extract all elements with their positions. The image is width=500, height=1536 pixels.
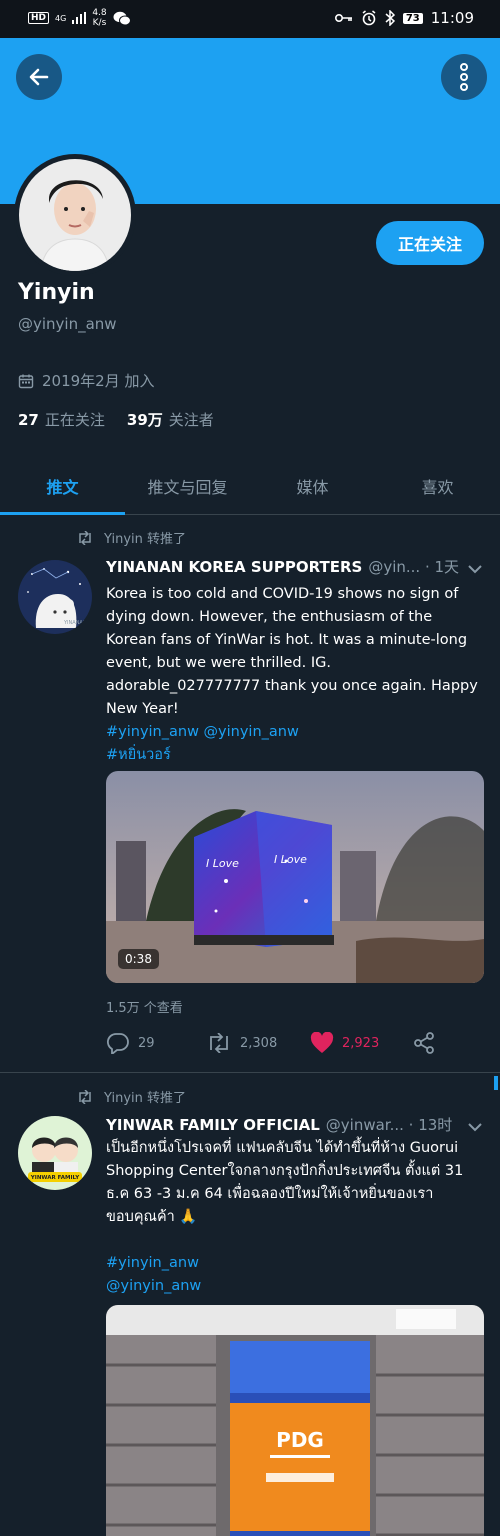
share-button[interactable] xyxy=(412,1030,436,1056)
follow-stats: 27 正在关注 39万 关注者 xyxy=(18,409,214,430)
tab-tweets-replies[interactable]: 推文与回复 xyxy=(125,457,250,514)
avatar-image xyxy=(19,159,131,271)
tab-likes[interactable]: 喜欢 xyxy=(375,457,500,514)
tweet-image[interactable]: PDG xyxy=(106,1305,484,1536)
more-options-button[interactable] xyxy=(441,54,487,100)
following-button[interactable]: 正在关注 xyxy=(376,221,484,265)
joined-date: 2019年2月 加入 xyxy=(18,370,155,391)
status-bar: HD 4G 4.8 K/s 73 11:09 xyxy=(0,0,500,38)
chevron-down-icon[interactable] xyxy=(467,564,483,574)
following-label: 正在关注 xyxy=(44,411,105,429)
signal-label: 4G xyxy=(55,13,67,23)
retweet-small-icon xyxy=(79,530,91,545)
like-button[interactable]: 2,923 xyxy=(310,1030,379,1056)
tweet-header: YINANAN KOREA SUPPORTERS @yin... · 1天 xyxy=(106,556,459,577)
tweet-avatar[interactable]: YINANAN xyxy=(18,560,92,634)
tweet-text: เป็นอีกหนึ่งโปรเจคที่ แฟนคลับจีน ได้ทำขึ… xyxy=(106,1137,486,1229)
tweet-time: · 13时 xyxy=(408,1116,453,1134)
arrow-left-icon xyxy=(29,68,49,86)
reply-button[interactable]: 29 xyxy=(106,1030,155,1056)
tweet-text: Korea is too cold and COVID-19 shows no … xyxy=(106,583,486,767)
clock: 11:09 xyxy=(430,9,474,27)
tweet-avatar[interactable]: YINWAR FAMILY xyxy=(18,1116,92,1190)
hd-badge: HD xyxy=(28,12,50,24)
tweet-hashtag[interactable]: #yinyin_anw xyxy=(106,1252,486,1275)
chevron-down-icon[interactable] xyxy=(467,1122,483,1132)
tweet-mention[interactable]: @yinyin_anw xyxy=(106,1275,486,1298)
reply-count: 29 xyxy=(138,1035,155,1051)
following-stat[interactable]: 27 正在关注 xyxy=(18,409,105,430)
net-speed: 4.8 K/s xyxy=(92,8,107,28)
tab-media[interactable]: 媒体 xyxy=(250,457,375,514)
profile-handle: @yinyin_anw xyxy=(18,315,117,333)
retweet-indicator: Yinyin 转推了 xyxy=(76,528,186,547)
tweet-time: · 1天 xyxy=(424,558,460,576)
retweet-button[interactable]: 2,308 xyxy=(206,1030,277,1056)
key-icon xyxy=(334,14,352,22)
tweet-body-text: เป็นอีกหนึ่งโปรเจคที่ แฟนคลับจีน ได้ทำขึ… xyxy=(106,1140,464,1225)
reply-icon xyxy=(106,1033,129,1054)
retweet-icon xyxy=(210,1033,228,1053)
back-button[interactable] xyxy=(16,54,62,100)
wechat-icon xyxy=(113,11,131,25)
svg-text:I Love: I Love xyxy=(274,853,307,866)
tweet-divider xyxy=(0,1072,500,1073)
heart-icon xyxy=(310,1032,334,1053)
profile-name: Yinyin xyxy=(18,280,95,305)
battery-level: 73 xyxy=(402,12,423,24)
followers-label: 关注者 xyxy=(168,411,214,429)
tweet-author[interactable]: YINANAN KOREA SUPPORTERS xyxy=(106,558,362,576)
tweet-hashtag[interactable]: #หยิ่นวอร์ xyxy=(106,744,486,767)
joined-text: 2019年2月 加入 xyxy=(42,372,155,390)
retweeted-by: Yinyin 转推了 xyxy=(104,532,187,547)
like-count: 2,923 xyxy=(342,1035,380,1051)
signal-icon xyxy=(72,12,87,24)
retweet-small-icon xyxy=(79,1089,91,1104)
svg-text:YINANAN: YINANAN xyxy=(63,620,87,626)
tweet-links[interactable]: #yinyin_anw @yinyin_anw xyxy=(106,721,486,744)
followers-count: 39万 xyxy=(126,411,163,429)
svg-text:YINWAR FAMILY: YINWAR FAMILY xyxy=(30,1175,80,1181)
following-count: 27 xyxy=(18,411,39,429)
scrollbar[interactable] xyxy=(494,1076,498,1090)
calendar-icon xyxy=(18,374,34,388)
retweet-indicator: Yinyin 转推了 xyxy=(76,1087,186,1106)
tweet-header: YINWAR FAMILY OFFICIAL @yinwar... · 13时 xyxy=(106,1114,452,1135)
svg-text:I Love: I Love xyxy=(206,857,239,870)
tweet-handle: @yin... xyxy=(368,557,421,576)
profile-tabs: 推文 推文与回复 媒体 喜欢 xyxy=(0,457,500,515)
more-vertical-icon xyxy=(460,63,468,91)
retweet-count: 2,308 xyxy=(240,1035,278,1051)
retweeted-by: Yinyin 转推了 xyxy=(104,1091,187,1106)
svg-text:PDG: PDG xyxy=(276,1428,324,1452)
tweet-actions: 29 2,308 2,923 xyxy=(106,1030,446,1056)
tweet-links-block: #yinyin_anw @yinyin_anw xyxy=(106,1252,486,1298)
share-icon xyxy=(414,1032,434,1054)
tweet-body-text: Korea is too cold and COVID-19 shows no … xyxy=(106,586,478,717)
view-count: 1.5万 个查看 xyxy=(106,1001,183,1016)
followers-stat[interactable]: 39万 关注者 xyxy=(127,409,214,430)
tab-tweets[interactable]: 推文 xyxy=(0,457,125,515)
video-duration: 0:38 xyxy=(118,949,159,969)
bluetooth-icon xyxy=(385,10,395,26)
tweet-video[interactable]: I Love I Love 0:38 xyxy=(106,771,484,983)
alarm-icon xyxy=(362,10,376,26)
tweet-handle: @yinwar... xyxy=(325,1115,404,1134)
profile-avatar[interactable] xyxy=(14,154,136,276)
tweet-author[interactable]: YINWAR FAMILY OFFICIAL xyxy=(106,1116,320,1134)
